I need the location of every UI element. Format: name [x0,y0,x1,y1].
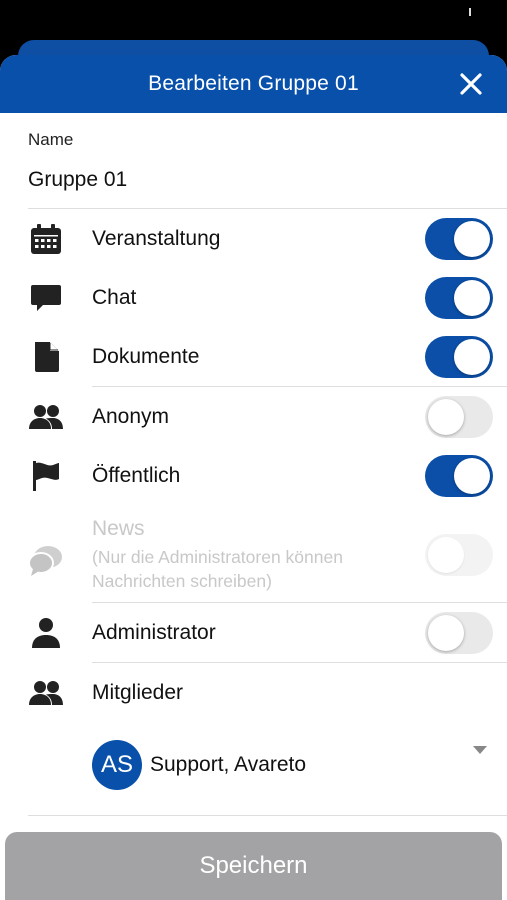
setting-label-admin: Administrator [92,620,216,644]
document-icon [28,339,64,375]
save-button[interactable]: Speichern [5,832,502,900]
chevron-down-icon[interactable] [473,746,487,754]
sheet-title: Bearbeiten Gruppe 01 [148,72,359,95]
toggle-admin[interactable] [425,611,493,654]
member-list-item[interactable]: AS Support, Avareto [0,722,507,815]
setting-label-news: News [92,517,145,540]
setting-row-public: Öffentlich [0,446,507,505]
name-field[interactable]: Name Gruppe 01 [0,113,507,196]
toggle-documents[interactable] [425,335,493,378]
setting-label-public: Öffentlich [92,463,181,487]
member-name: Support, Avareto [150,753,307,776]
chat-bubble-icon [28,280,64,316]
toggle-public[interactable] [425,454,493,497]
chat-bubbles-icon [28,543,64,579]
calendar-icon [28,221,64,257]
divider [28,815,507,816]
setting-row-documents: Dokumente [0,327,507,386]
members-header-row: Mitglieder [0,663,507,722]
group-icon [28,399,64,435]
setting-row-anonymous: Anonym [0,387,507,446]
setting-row-news: News (Nur die Administratoren können Nac… [0,505,507,602]
toggle-chat[interactable] [425,276,493,319]
setting-label-documents: Dokumente [92,344,200,368]
name-field-value[interactable]: Gruppe 01 [28,168,507,196]
toggle-event[interactable] [425,217,493,260]
setting-row-event: Veranstaltung [0,209,507,268]
group-icon [28,675,64,711]
setting-row-admin: Administrator [0,603,507,662]
setting-label-anonymous: Anonym [92,404,170,428]
edit-group-sheet: Bearbeiten Gruppe 01 Name Gruppe 01 Vera… [0,55,507,900]
close-icon[interactable] [457,70,485,98]
person-icon [28,615,64,651]
members-label: Mitglieder [92,680,184,704]
setting-label-chat: Chat [92,285,137,309]
setting-row-chat: Chat [0,268,507,327]
setting-label-event: Veranstaltung [92,226,221,250]
toggle-news[interactable] [425,534,493,576]
avatar: AS [92,740,142,790]
sheet-header: Bearbeiten Gruppe 01 [0,55,507,113]
flag-icon [28,458,64,494]
status-bar-indicator [469,8,471,16]
name-field-label: Name [28,130,74,149]
setting-sublabel-news: (Nur die Administratoren können Nachrich… [92,547,343,591]
toggle-anonymous[interactable] [425,395,493,438]
